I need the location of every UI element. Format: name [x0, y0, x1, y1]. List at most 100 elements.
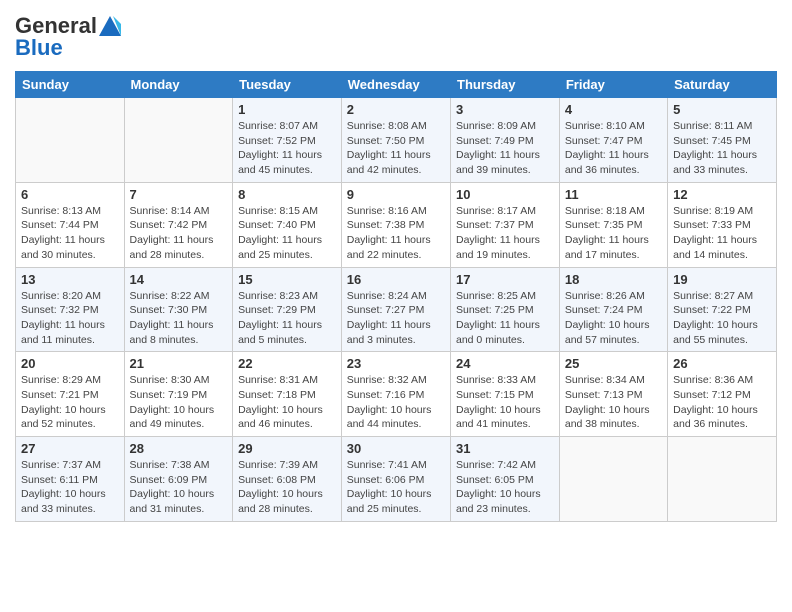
day-info: Sunrise: 8:32 AM Sunset: 7:16 PM Dayligh…	[347, 373, 445, 432]
calendar-cell: 28 Sunrise: 7:38 AM Sunset: 6:09 PM Dayli…	[124, 437, 233, 522]
day-number: 17	[456, 272, 554, 287]
calendar-cell: 18 Sunrise: 8:26 AM Sunset: 7:24 PM Dayli…	[559, 267, 667, 352]
day-number: 12	[673, 187, 771, 202]
calendar-cell: 27 Sunrise: 7:37 AM Sunset: 6:11 PM Dayli…	[16, 437, 125, 522]
day-info: Sunrise: 8:09 AM Sunset: 7:49 PM Dayligh…	[456, 119, 554, 178]
calendar-week-row: 13 Sunrise: 8:20 AM Sunset: 7:32 PM Dayli…	[16, 267, 777, 352]
day-number: 29	[238, 441, 336, 456]
weekday-header-monday: Monday	[124, 72, 233, 98]
day-number: 22	[238, 356, 336, 371]
day-number: 10	[456, 187, 554, 202]
day-number: 1	[238, 102, 336, 117]
calendar-cell: 20 Sunrise: 8:29 AM Sunset: 7:21 PM Dayli…	[16, 352, 125, 437]
day-info: Sunrise: 7:38 AM Sunset: 6:09 PM Dayligh…	[130, 458, 228, 517]
calendar-cell: 25Sunrise: 8:34 AM Sunset: 7:13 PM Dayli…	[559, 352, 667, 437]
day-info: Sunrise: 8:10 AM Sunset: 7:47 PM Dayligh…	[565, 119, 662, 178]
day-number: 13	[21, 272, 119, 287]
day-info: Sunrise: 8:17 AM Sunset: 7:37 PM Dayligh…	[456, 204, 554, 263]
logo: General Blue	[15, 15, 121, 61]
calendar-cell: 22 Sunrise: 8:31 AM Sunset: 7:18 PM Dayli…	[233, 352, 342, 437]
day-info: Sunrise: 7:37 AM Sunset: 6:11 PM Dayligh…	[21, 458, 119, 517]
calendar-cell: 23 Sunrise: 8:32 AM Sunset: 7:16 PM Dayli…	[341, 352, 450, 437]
day-info: Sunrise: 8:11 AM Sunset: 7:45 PM Dayligh…	[673, 119, 771, 178]
weekday-header-saturday: Saturday	[668, 72, 777, 98]
day-number: 6	[21, 187, 119, 202]
day-number: 20	[21, 356, 119, 371]
weekday-header-thursday: Thursday	[451, 72, 560, 98]
day-info: Sunrise: 8:30 AM Sunset: 7:19 PM Dayligh…	[130, 373, 228, 432]
day-info: Sunrise: 8:15 AM Sunset: 7:40 PM Dayligh…	[238, 204, 336, 263]
calendar-cell: 8 Sunrise: 8:15 AM Sunset: 7:40 PM Daylig…	[233, 182, 342, 267]
day-number: 26	[673, 356, 771, 371]
weekday-header-tuesday: Tuesday	[233, 72, 342, 98]
day-number: 28	[130, 441, 228, 456]
logo-triangle-icon	[99, 16, 121, 36]
day-number: 2	[347, 102, 445, 117]
weekday-header-wednesday: Wednesday	[341, 72, 450, 98]
day-info: Sunrise: 8:18 AM Sunset: 7:35 PM Dayligh…	[565, 204, 662, 263]
day-number: 5	[673, 102, 771, 117]
calendar-table: SundayMondayTuesdayWednesdayThursdayFrid…	[15, 71, 777, 522]
calendar-week-row: 27 Sunrise: 7:37 AM Sunset: 6:11 PM Dayli…	[16, 437, 777, 522]
calendar-cell: 16Sunrise: 8:24 AM Sunset: 7:27 PM Dayli…	[341, 267, 450, 352]
calendar-cell: 11 Sunrise: 8:18 AM Sunset: 7:35 PM Dayli…	[559, 182, 667, 267]
day-number: 3	[456, 102, 554, 117]
day-number: 18	[565, 272, 662, 287]
weekday-header-friday: Friday	[559, 72, 667, 98]
day-number: 11	[565, 187, 662, 202]
day-info: Sunrise: 8:26 AM Sunset: 7:24 PM Dayligh…	[565, 289, 662, 348]
day-number: 30	[347, 441, 445, 456]
day-info: Sunrise: 7:42 AM Sunset: 6:05 PM Dayligh…	[456, 458, 554, 517]
day-number: 31	[456, 441, 554, 456]
calendar-week-row: 1 Sunrise: 8:07 AM Sunset: 7:52 PM Daylig…	[16, 98, 777, 183]
calendar-cell: 31 Sunrise: 7:42 AM Sunset: 6:05 PM Dayli…	[451, 437, 560, 522]
day-number: 24	[456, 356, 554, 371]
day-info: Sunrise: 8:16 AM Sunset: 7:38 PM Dayligh…	[347, 204, 445, 263]
calendar-week-row: 6 Sunrise: 8:13 AM Sunset: 7:44 PM Daylig…	[16, 182, 777, 267]
day-info: Sunrise: 8:13 AM Sunset: 7:44 PM Dayligh…	[21, 204, 119, 263]
calendar-cell: 6 Sunrise: 8:13 AM Sunset: 7:44 PM Daylig…	[16, 182, 125, 267]
day-number: 23	[347, 356, 445, 371]
day-info: Sunrise: 8:19 AM Sunset: 7:33 PM Dayligh…	[673, 204, 771, 263]
day-info: Sunrise: 8:08 AM Sunset: 7:50 PM Dayligh…	[347, 119, 445, 178]
calendar-cell: 2 Sunrise: 8:08 AM Sunset: 7:50 PM Daylig…	[341, 98, 450, 183]
calendar-header-row: SundayMondayTuesdayWednesdayThursdayFrid…	[16, 72, 777, 98]
calendar-cell: 3 Sunrise: 8:09 AM Sunset: 7:49 PM Daylig…	[451, 98, 560, 183]
calendar-cell: 29 Sunrise: 7:39 AM Sunset: 6:08 PM Dayli…	[233, 437, 342, 522]
day-info: Sunrise: 8:31 AM Sunset: 7:18 PM Dayligh…	[238, 373, 336, 432]
day-info: Sunrise: 8:33 AM Sunset: 7:15 PM Dayligh…	[456, 373, 554, 432]
day-info: Sunrise: 8:14 AM Sunset: 7:42 PM Dayligh…	[130, 204, 228, 263]
day-number: 8	[238, 187, 336, 202]
day-number: 9	[347, 187, 445, 202]
calendar-cell: 1 Sunrise: 8:07 AM Sunset: 7:52 PM Daylig…	[233, 98, 342, 183]
calendar-cell: 26 Sunrise: 8:36 AM Sunset: 7:12 PM Dayli…	[668, 352, 777, 437]
day-info: Sunrise: 8:20 AM Sunset: 7:32 PM Dayligh…	[21, 289, 119, 348]
calendar-cell: 24 Sunrise: 8:33 AM Sunset: 7:15 PM Dayli…	[451, 352, 560, 437]
day-number: 27	[21, 441, 119, 456]
calendar-week-row: 20 Sunrise: 8:29 AM Sunset: 7:21 PM Dayli…	[16, 352, 777, 437]
calendar-cell: 9 Sunrise: 8:16 AM Sunset: 7:38 PM Daylig…	[341, 182, 450, 267]
calendar-cell: 19Sunrise: 8:27 AM Sunset: 7:22 PM Dayli…	[668, 267, 777, 352]
calendar-cell: 12 Sunrise: 8:19 AM Sunset: 7:33 PM Dayli…	[668, 182, 777, 267]
logo-blue-text: Blue	[15, 35, 63, 61]
calendar-cell	[559, 437, 667, 522]
day-number: 14	[130, 272, 228, 287]
calendar-cell: 4Sunrise: 8:10 AM Sunset: 7:47 PM Daylig…	[559, 98, 667, 183]
day-number: 19	[673, 272, 771, 287]
day-info: Sunrise: 8:07 AM Sunset: 7:52 PM Dayligh…	[238, 119, 336, 178]
day-info: Sunrise: 8:29 AM Sunset: 7:21 PM Dayligh…	[21, 373, 119, 432]
day-info: Sunrise: 7:39 AM Sunset: 6:08 PM Dayligh…	[238, 458, 336, 517]
calendar-cell: 17 Sunrise: 8:25 AM Sunset: 7:25 PM Dayli…	[451, 267, 560, 352]
day-number: 25	[565, 356, 662, 371]
day-info: Sunrise: 8:25 AM Sunset: 7:25 PM Dayligh…	[456, 289, 554, 348]
calendar-cell: 10 Sunrise: 8:17 AM Sunset: 7:37 PM Dayli…	[451, 182, 560, 267]
calendar-cell: 21Sunrise: 8:30 AM Sunset: 7:19 PM Dayli…	[124, 352, 233, 437]
weekday-header-sunday: Sunday	[16, 72, 125, 98]
calendar-cell: 30Sunrise: 7:41 AM Sunset: 6:06 PM Dayli…	[341, 437, 450, 522]
day-info: Sunrise: 8:36 AM Sunset: 7:12 PM Dayligh…	[673, 373, 771, 432]
day-info: Sunrise: 8:22 AM Sunset: 7:30 PM Dayligh…	[130, 289, 228, 348]
day-info: Sunrise: 8:24 AM Sunset: 7:27 PM Dayligh…	[347, 289, 445, 348]
calendar-cell: 13 Sunrise: 8:20 AM Sunset: 7:32 PM Dayli…	[16, 267, 125, 352]
day-number: 7	[130, 187, 228, 202]
calendar-cell	[124, 98, 233, 183]
